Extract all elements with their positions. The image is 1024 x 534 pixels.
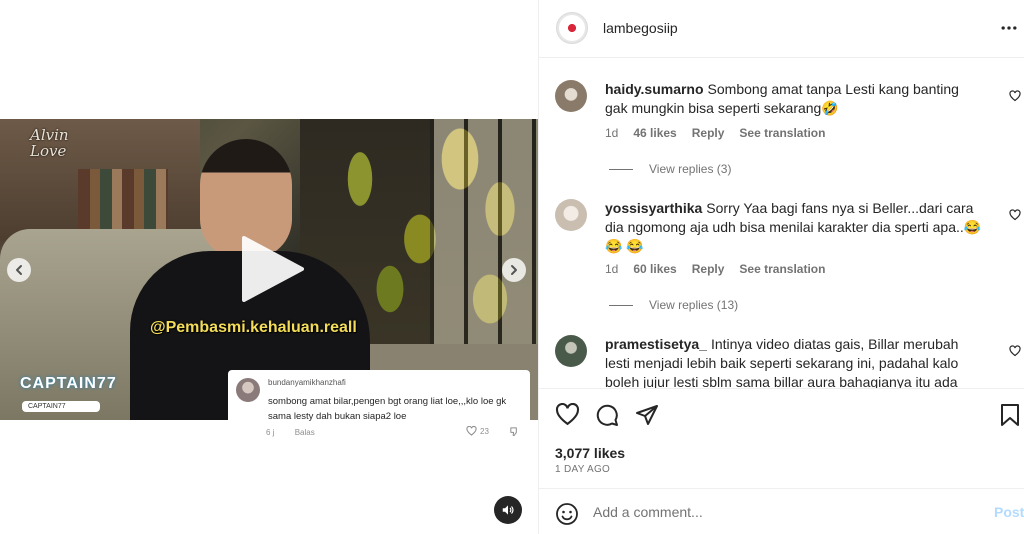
video-handle-overlay: @Pembasmi.kehaluan.reall bbox=[150, 319, 357, 336]
video-brand-sub: CAPTAIN77 bbox=[22, 401, 100, 412]
bookmark-icon[interactable] bbox=[1000, 403, 1020, 427]
see-translation-button[interactable]: See translation bbox=[739, 262, 825, 276]
post-author-username[interactable]: lambegosiip bbox=[603, 20, 678, 36]
video-logo-watermark: Alvin Love bbox=[30, 126, 69, 160]
chevron-right-icon bbox=[511, 265, 517, 275]
comment-username[interactable]: haidy.sumarno bbox=[605, 81, 704, 97]
comment-input[interactable] bbox=[593, 501, 973, 523]
comment-age: 1d bbox=[605, 262, 619, 276]
more-options-icon[interactable] bbox=[999, 18, 1019, 38]
post-media: Alvin Love @Pembasmi.kehaluan.reall CAPT… bbox=[0, 0, 538, 534]
avatar[interactable] bbox=[556, 12, 588, 44]
overlay-comment-reply: Balas bbox=[294, 428, 315, 437]
comment-meta: 1d 46 likes Reply See translation bbox=[605, 126, 825, 140]
avatar[interactable] bbox=[555, 199, 587, 231]
heart-outline-icon[interactable] bbox=[1009, 90, 1021, 102]
comment-body: yossisyarthika Sorry Yaa bagi fans nya si… bbox=[605, 199, 985, 256]
carousel-prev-button[interactable] bbox=[7, 258, 31, 282]
mute-toggle-button[interactable] bbox=[494, 496, 522, 524]
play-icon[interactable] bbox=[236, 234, 306, 304]
add-comment-bar: Post bbox=[539, 488, 1024, 534]
comments-list[interactable]: haidy.sumarno Sombong amat tanpa Lesti ka… bbox=[539, 59, 1024, 388]
comment-username[interactable]: yossisyarthika bbox=[605, 200, 702, 216]
post-side-panel: lambegosiip haidy.sumarno Sombong amat ta… bbox=[538, 0, 1024, 534]
view-replies-button[interactable]: View replies (3) bbox=[609, 162, 731, 176]
post-timestamp: 1 DAY AGO bbox=[555, 464, 611, 475]
divider bbox=[609, 304, 633, 306]
speaker-icon bbox=[502, 505, 514, 515]
video-brand-overlay: CAPTAIN77 bbox=[20, 375, 117, 392]
avatar[interactable] bbox=[555, 80, 587, 112]
avatar bbox=[236, 378, 260, 402]
overlay-comment-meta: 6 j Balas bbox=[266, 428, 315, 437]
comment-body: pramestisetya_ Intinya video diatas gais,… bbox=[605, 335, 985, 388]
comment-age: 1d bbox=[605, 126, 619, 140]
comment-likes[interactable]: 60 likes bbox=[633, 262, 676, 276]
heart-outline-icon[interactable] bbox=[1009, 209, 1021, 221]
comment-meta: 1d 60 likes Reply See translation bbox=[605, 262, 825, 276]
overlay-comment-username: bundanyamikhanzhafi bbox=[268, 378, 346, 387]
divider bbox=[609, 168, 633, 170]
see-translation-button[interactable]: See translation bbox=[739, 126, 825, 140]
carousel-next-button[interactable] bbox=[502, 258, 526, 282]
post-comment-button[interactable]: Post bbox=[994, 504, 1024, 520]
post-header: lambegosiip bbox=[539, 0, 1024, 58]
chevron-left-icon bbox=[16, 265, 22, 275]
post-actions: 3,077 likes 1 DAY AGO bbox=[539, 388, 1024, 488]
comment-username[interactable]: pramestisetya_ bbox=[605, 336, 707, 352]
comment-body: haidy.sumarno Sombong amat tanpa Lesti ka… bbox=[605, 80, 985, 118]
heart-outline-icon[interactable] bbox=[555, 403, 580, 426]
overlay-comment-age: 6 j bbox=[266, 428, 275, 437]
dislike-icon bbox=[510, 427, 517, 437]
video-overlay-comment: bundanyamikhanzhafi sombong amat bilar,p… bbox=[228, 370, 530, 445]
comment-likes[interactable]: 46 likes bbox=[633, 126, 676, 140]
comment-reply-button[interactable]: Reply bbox=[692, 262, 725, 276]
comment-icon[interactable] bbox=[595, 403, 619, 427]
heart-outline-icon[interactable] bbox=[1009, 345, 1021, 357]
overlay-comment-likes: 23 bbox=[466, 426, 489, 436]
share-icon[interactable] bbox=[635, 403, 659, 427]
view-replies-button[interactable]: View replies (13) bbox=[609, 298, 738, 312]
emoji-icon[interactable] bbox=[555, 502, 579, 526]
comment-reply-button[interactable]: Reply bbox=[692, 126, 725, 140]
overlay-comment-text: sombong amat bilar,pengen bgt orang liat… bbox=[268, 396, 507, 422]
avatar[interactable] bbox=[555, 335, 587, 367]
likes-count[interactable]: 3,077 likes bbox=[555, 445, 625, 461]
heart-outline-icon bbox=[466, 426, 477, 436]
